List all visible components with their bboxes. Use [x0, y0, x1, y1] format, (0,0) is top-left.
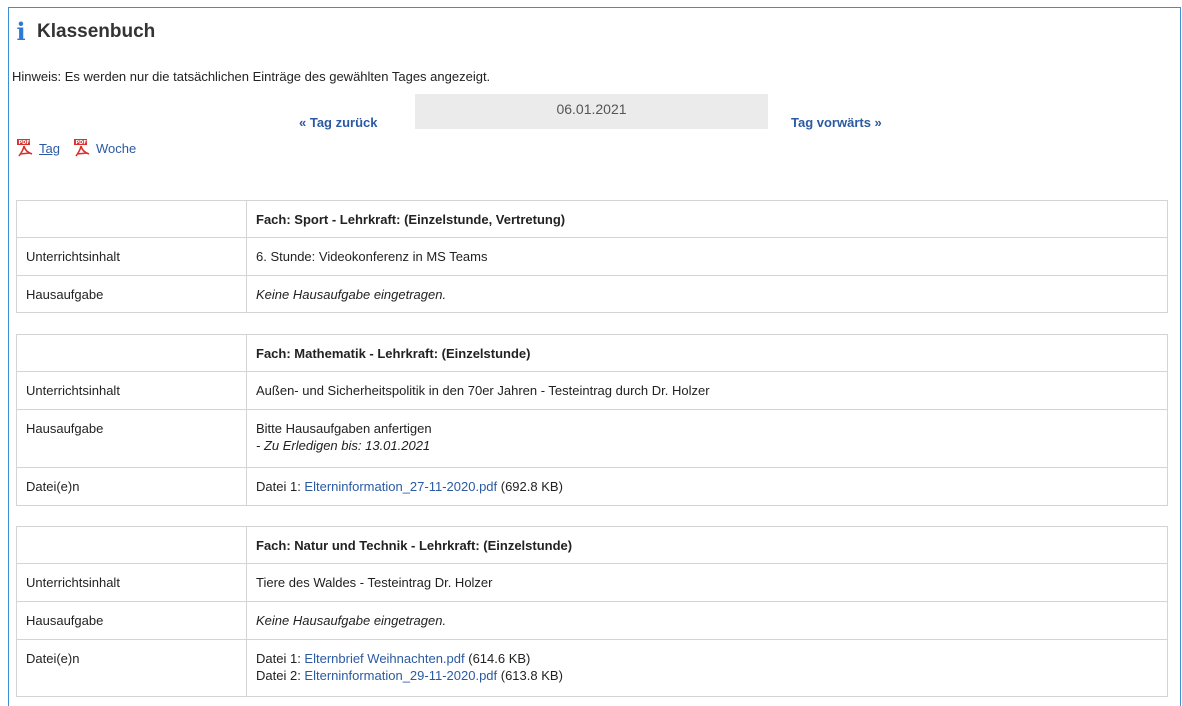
- lesson-header: Fach: Natur und Technik - Lehrkraft: (Ei…: [246, 526, 1168, 564]
- table-row: Hausaufgabe Keine Hausaufgabe eingetrage…: [16, 275, 1168, 313]
- page-title: Klassenbuch: [37, 21, 156, 42]
- files-cell: Datei 1: Elternbrief Weihnachten.pdf (61…: [246, 639, 1168, 697]
- header-empty-cell: [16, 526, 247, 564]
- klassenbuch-panel: i Klassenbuch Hinweis: Es werden nur die…: [8, 7, 1181, 706]
- file-link[interactable]: Elternbrief Weihnachten.pdf: [304, 651, 464, 666]
- content-label: Unterrichtsinhalt: [16, 563, 247, 602]
- svg-text:PDF: PDF: [75, 140, 86, 146]
- lesson-header-row: Fach: Natur und Technik - Lehrkraft: (Ei…: [16, 526, 1168, 564]
- content-label: Unterrichtsinhalt: [16, 371, 247, 410]
- homework-cell: Bitte Hausaufgaben anfertigen - Zu Erled…: [246, 409, 1168, 468]
- table-row: Hausaufgabe Bitte Hausaufgaben anfertige…: [16, 409, 1168, 468]
- next-day-link[interactable]: Tag vorwärts »: [791, 115, 882, 130]
- export-day-pdf-link[interactable]: PDF Tag: [16, 138, 60, 158]
- lesson-header-row: Fach: Sport - Lehrkraft: (Einzelstunde, …: [16, 200, 1168, 238]
- info-icon: i: [16, 17, 26, 46]
- lesson-content: 6. Stunde: Videokonferenz in MS Teams: [246, 237, 1168, 276]
- homework-value: Keine Hausaufgabe eingetragen.: [246, 275, 1168, 313]
- header-empty-cell: [16, 334, 247, 372]
- title-row: i Klassenbuch: [13, 19, 155, 45]
- file-link[interactable]: Elterninformation_29-11-2020.pdf: [304, 668, 497, 683]
- lesson-header: Fach: Sport - Lehrkraft: (Einzelstunde, …: [246, 200, 1168, 238]
- file-size: (692.8 KB): [497, 479, 563, 494]
- export-week-label[interactable]: Woche: [96, 141, 136, 156]
- table-row: Unterrichtsinhalt Tiere des Waldes - Tes…: [16, 563, 1168, 602]
- file-link[interactable]: Elterninformation_27-11-2020.pdf: [304, 479, 497, 494]
- file-prefix: Datei 2:: [256, 668, 305, 683]
- file-prefix: Datei 1:: [256, 651, 305, 666]
- files-cell: Datei 1: Elterninformation_27-11-2020.pd…: [246, 467, 1168, 506]
- homework-value: Keine Hausaufgabe eingetragen.: [246, 601, 1168, 640]
- lesson-header: Fach: Mathematik - Lehrkraft: (Einzelstu…: [246, 334, 1168, 372]
- lesson-header-row: Fach: Mathematik - Lehrkraft: (Einzelstu…: [16, 334, 1168, 372]
- lesson-content: Außen- und Sicherheitspolitik in den 70e…: [246, 371, 1168, 410]
- files-label: Datei(e)n: [16, 639, 247, 697]
- svg-text:PDF: PDF: [19, 140, 30, 146]
- files-label: Datei(e)n: [16, 467, 247, 506]
- pdf-icon: PDF: [17, 139, 33, 157]
- homework-value: Bitte Hausaufgaben anfertigen: [256, 421, 432, 436]
- table-row: Datei(e)n Datei 1: Elternbrief Weihnacht…: [16, 639, 1168, 697]
- date-display[interactable]: 06.01.2021: [415, 94, 768, 129]
- file-size: (613.8 KB): [497, 668, 563, 683]
- lesson-entry-natur-und-technik: Fach: Natur und Technik - Lehrkraft: (Ei…: [16, 526, 1168, 697]
- lesson-content: Tiere des Waldes - Testeintrag Dr. Holze…: [246, 563, 1168, 602]
- hint-text: Hinweis: Es werden nur die tatsächlichen…: [12, 69, 491, 84]
- lesson-entry-sport: Fach: Sport - Lehrkraft: (Einzelstunde, …: [16, 200, 1168, 313]
- file-prefix: Datei 1:: [256, 479, 305, 494]
- homework-label: Hausaufgabe: [16, 601, 247, 640]
- export-day-label[interactable]: Tag: [39, 141, 60, 156]
- header-empty-cell: [16, 200, 247, 238]
- file-size: (614.6 KB): [464, 651, 531, 666]
- lesson-entry-mathematik: Fach: Mathematik - Lehrkraft: (Einzelstu…: [16, 334, 1168, 506]
- table-row: Datei(e)n Datei 1: Elterninformation_27-…: [16, 467, 1168, 506]
- homework-label: Hausaufgabe: [16, 409, 247, 468]
- content-label: Unterrichtsinhalt: [16, 237, 247, 276]
- homework-due: - Zu Erledigen bis: 13.01.2021: [256, 438, 431, 453]
- homework-label: Hausaufgabe: [16, 275, 247, 313]
- table-row: Unterrichtsinhalt 6. Stunde: Videokonfer…: [16, 237, 1168, 276]
- export-week-pdf-link[interactable]: PDF Woche: [73, 138, 136, 158]
- pdf-icon: PDF: [73, 139, 90, 157]
- previous-day-link[interactable]: « Tag zurück: [299, 115, 378, 130]
- file-line: Datei 2: Elterninformation_29-11-2020.pd…: [256, 668, 1158, 683]
- table-row: Hausaufgabe Keine Hausaufgabe eingetrage…: [16, 601, 1168, 640]
- table-row: Unterrichtsinhalt Außen- und Sicherheits…: [16, 371, 1168, 410]
- pdf-export-row: PDF Tag PDF Woche: [16, 138, 149, 158]
